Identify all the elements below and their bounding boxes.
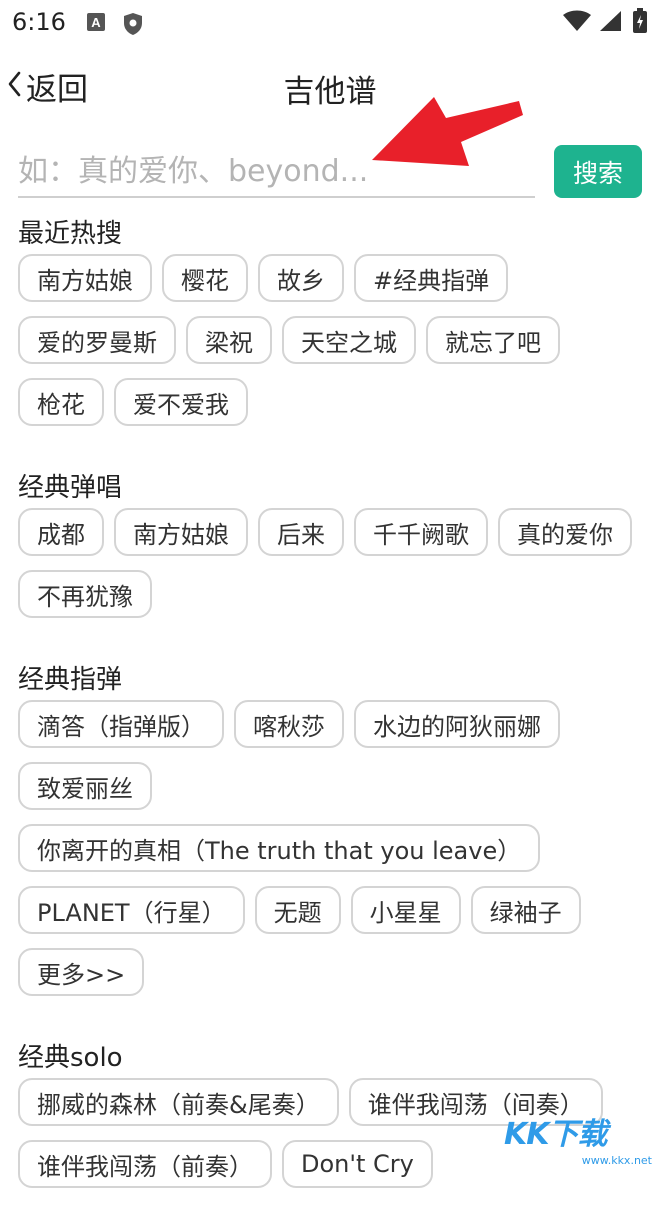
tag-chip[interactable]: 故乡 — [258, 254, 344, 302]
tag-list: 成都 南方姑娘 后来 千千阙歌 真的爱你不再犹豫 — [18, 508, 648, 632]
tag-chip[interactable]: 南方姑娘 — [18, 254, 152, 302]
tag-chip[interactable]: 樱花 — [162, 254, 248, 302]
tag-chip[interactable]: 喀秋莎 — [234, 700, 344, 748]
section: 最近热搜南方姑娘 樱花 故乡 #经典指弹爱的罗曼斯 梁祝 天空之城 就忘了吧枪花 爱不爱我 — [18, 214, 648, 440]
section: 经典弹唱成都 南方姑娘 后来 千千阙歌 真的爱你不再犹豫 — [18, 468, 648, 632]
tag-chip[interactable]: 就忘了吧 — [426, 316, 560, 364]
tag-chip[interactable]: 谁伴我闯荡（前奏） — [18, 1140, 272, 1188]
tag-chip[interactable]: 梁祝 — [186, 316, 272, 364]
tag-chip[interactable]: #经典指弹 — [354, 254, 509, 302]
status-time: 6:16 — [12, 8, 66, 36]
wifi-icon — [562, 10, 592, 36]
tag-list: 南方姑娘 樱花 故乡 #经典指弹爱的罗曼斯 梁祝 天空之城 就忘了吧枪花 爱不爱我 — [18, 254, 648, 440]
tag-chip[interactable]: 不再犹豫 — [18, 570, 152, 618]
tag-chip[interactable]: 枪花 — [18, 378, 104, 426]
tag-chip[interactable]: 南方姑娘 — [114, 508, 248, 556]
shield-icon — [122, 12, 144, 40]
tag-chip[interactable]: Don't Cry — [282, 1140, 433, 1188]
section-title: 最近热搜 — [18, 219, 123, 249]
watermark-url: www.kkx.net — [581, 1154, 652, 1167]
search-input[interactable] — [18, 146, 535, 198]
section: 经典指弹滴答（指弹版） 喀秋莎 水边的阿狄丽娜致爱丽丝你离开的真相（The trut… — [18, 660, 648, 1010]
signal-icon — [598, 10, 622, 36]
tag-chip[interactable]: 滴答（指弹版） — [18, 700, 224, 748]
watermark-logo: KK下载 — [504, 1117, 607, 1152]
tag-chip[interactable]: 千千阙歌 — [354, 508, 488, 556]
tag-sections: 最近热搜 南方姑娘 樱花 故乡 #经典指弹 爱的罗曼斯 梁祝 天空之城 就忘了吧 枪花 爱不爱我 经典… — [18, 214, 648, 1230]
tag-chip[interactable]: 真的爱你 — [498, 508, 632, 556]
tag-chip[interactable]: 成都 — [18, 508, 104, 556]
section-title: 经典弹唱 — [18, 473, 123, 503]
tag-chip[interactable]: PLANET（行星） — [18, 886, 245, 934]
svg-text:A: A — [91, 15, 101, 30]
page-title: 吉他谱 — [283, 74, 377, 110]
a-app-icon: A — [86, 12, 106, 36]
tag-chip[interactable]: 更多>> — [18, 948, 145, 996]
tag-chip[interactable]: 无题 — [254, 886, 341, 934]
watermark: KK下载 www.kkx.net — [504, 1109, 654, 1169]
nav-bar: 返回 吉他谱 — [0, 58, 660, 114]
battery-icon — [632, 8, 648, 38]
tag-chip[interactable]: 小星星 — [350, 886, 461, 934]
tag-chip[interactable]: 水边的阿狄丽娜 — [354, 700, 560, 748]
tag-chip[interactable]: 挪威的森林（前奏&尾奏） — [18, 1078, 339, 1126]
tag-chip[interactable]: 致爱丽丝 — [18, 762, 152, 810]
tag-chip[interactable]: 绿袖子 — [470, 886, 581, 934]
tag-chip[interactable]: 爱不爱我 — [114, 378, 248, 426]
tag-list: 滴答（指弹版） 喀秋莎 水边的阿狄丽娜致爱丽丝你离开的真相（The truth th… — [18, 700, 648, 1010]
section-title: 经典solo — [18, 1043, 123, 1073]
tag-chip[interactable]: 你离开的真相（The truth that you leave） — [18, 824, 541, 872]
tag-chip[interactable]: 天空之城 — [282, 316, 416, 364]
search-button[interactable]: 搜索 — [554, 145, 642, 198]
section-title: 经典指弹 — [18, 665, 123, 695]
status-bar: 6:16 A — [0, 0, 660, 46]
tag-chip[interactable]: 后来 — [258, 508, 344, 556]
tag-chip[interactable]: 爱的罗曼斯 — [18, 316, 176, 364]
